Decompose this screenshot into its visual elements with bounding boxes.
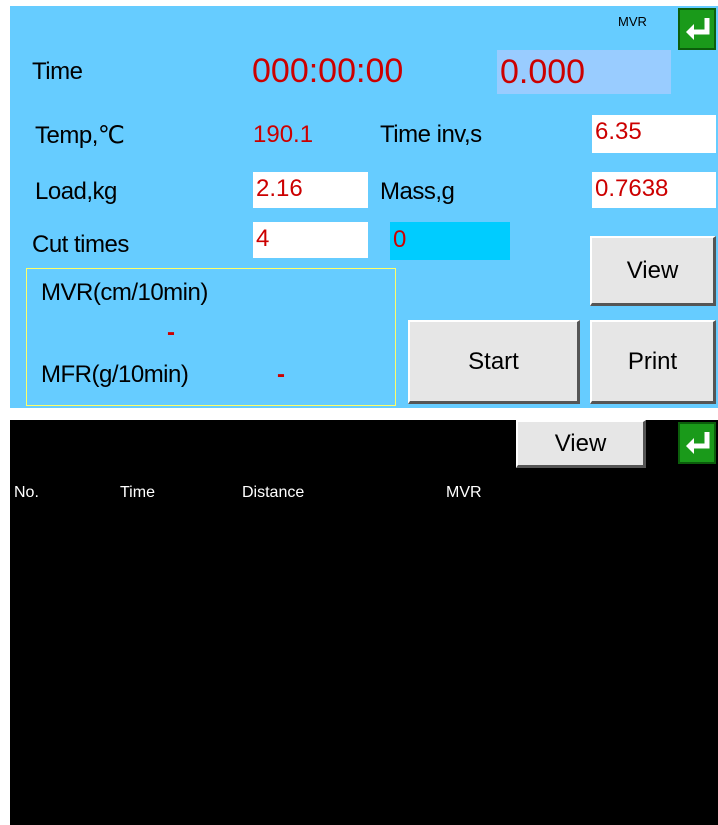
- enter-arrow-icon: [686, 18, 710, 40]
- measurement-panel: MVR Time 000:00:00 0.000 Temp,℃ 190.1 Ti…: [10, 6, 718, 408]
- records-panel: View No. Time Distance MVR: [10, 420, 718, 825]
- column-header-distance: Distance: [242, 484, 305, 501]
- temp-value: 190.1: [253, 121, 314, 148]
- start-button[interactable]: Start: [408, 320, 580, 404]
- column-header-no: No.: [14, 484, 39, 501]
- mvr-value: -: [167, 319, 175, 346]
- load-label: Load,kg: [35, 178, 117, 205]
- mass-label: Mass,g: [380, 178, 455, 205]
- column-header-mvr: MVR: [446, 484, 482, 501]
- time-value: 000:00:00: [252, 52, 404, 90]
- enter-button[interactable]: [678, 8, 716, 50]
- temp-label: Temp,℃: [35, 122, 125, 149]
- mfr-label: MFR(g/10min): [41, 361, 189, 388]
- cut-counter: 0: [390, 222, 510, 260]
- enter-arrow-icon: [686, 432, 710, 454]
- column-header-time: Time: [120, 484, 155, 501]
- time-label: Time: [32, 58, 83, 85]
- mass-field[interactable]: 0.7638: [592, 172, 716, 208]
- load-field[interactable]: 2.16: [253, 172, 368, 208]
- records-list[interactable]: [10, 515, 718, 815]
- cut-times-label: Cut times: [32, 231, 129, 258]
- results-box: MVR(cm/10min) - MFR(g/10min) -: [26, 268, 396, 406]
- mfr-value: -: [277, 361, 285, 388]
- records-view-button[interactable]: View: [516, 420, 646, 468]
- time-inv-field[interactable]: 6.35: [592, 115, 716, 153]
- print-button[interactable]: Print: [590, 320, 716, 404]
- time-inv-label: Time inv,s: [380, 121, 482, 148]
- mode-label: MVR: [618, 14, 647, 29]
- cut-times-field[interactable]: 4: [253, 222, 368, 258]
- view-button[interactable]: View: [590, 236, 716, 306]
- mvr-label: MVR(cm/10min): [41, 279, 208, 306]
- records-enter-button[interactable]: [678, 422, 716, 464]
- time-decimal-value: 0.000: [497, 50, 671, 94]
